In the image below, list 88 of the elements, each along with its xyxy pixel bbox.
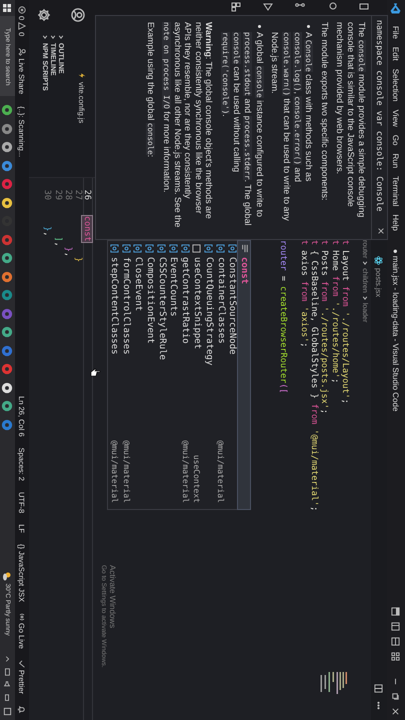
variable-icon [228, 244, 237, 253]
window-title: ● main.jsx - loading-data - Visual Studio Code [392, 248, 400, 412]
suggestion-item[interactable]: EventCounts [167, 241, 180, 509]
variable-icon [157, 244, 166, 253]
code-line: }, [62, 246, 73, 257]
close-icon[interactable] [376, 227, 385, 235]
suggestion-item[interactable]: CompositionEvent [144, 241, 156, 509]
doc-text: The module exports two specific components: [319, 22, 330, 202]
broadcast-icon [18, 612, 26, 621]
line-number: 30 [42, 188, 52, 200]
suggestion-item[interactable]: containerClasses @mui/material [214, 241, 226, 509]
suggestion-item[interactable]: stepContentClasses @mui/material [108, 241, 120, 509]
share-icon [18, 48, 26, 56]
check-icon [18, 660, 26, 668]
bullet-icon [258, 25, 261, 28]
keyword-icon [240, 244, 249, 253]
app-icon[interactable] [2, 326, 14, 338]
suggestion-item[interactable]: CSSCounterStyleRule [156, 241, 168, 509]
app-icon[interactable] [2, 382, 14, 394]
app-icon[interactable] [2, 400, 14, 412]
app-icon[interactable] [2, 252, 14, 264]
line-number: 28 [62, 188, 73, 200]
suggestion-item[interactable]: ConstantSourceNode [226, 241, 238, 509]
notice-title: Activate Windows [108, 565, 117, 630]
bolt-icon [78, 72, 86, 79]
grid-layout-icon[interactable] [392, 652, 400, 661]
code-line: }, [42, 225, 52, 236]
menu-item[interactable]: Run [392, 149, 400, 172]
split-layout-icon[interactable] [392, 637, 400, 646]
suggestion-item[interactable]: getContrastRatio @mui/material [179, 241, 192, 509]
menu-item[interactable]: Help [392, 210, 400, 235]
menu-item[interactable]: Go [392, 130, 400, 150]
menu-item[interactable]: Edit [392, 42, 400, 65]
variable-icon [168, 244, 178, 253]
bullet-icon [307, 25, 310, 28]
chevron-icon [362, 260, 368, 266]
variable-icon [180, 244, 190, 253]
variable-icon [216, 244, 226, 253]
suggestion-item[interactable]: CountQueuingStrategy [202, 241, 215, 509]
weather-icon [2, 570, 12, 580]
suggestion-item[interactable]: CloseEvent [132, 241, 144, 509]
code-line: ], [52, 235, 63, 247]
app-icon[interactable] [2, 196, 14, 208]
code-line: } [72, 256, 84, 262]
code-line: t Home from './routes/home'; [329, 240, 340, 386]
caret-icon[interactable] [4, 655, 12, 663]
line-number: 27 [72, 188, 84, 200]
code-line: router = createBrowserRouter([ [278, 240, 288, 396]
warning-icon [18, 22, 26, 30]
hand-cursor-icon [90, 368, 101, 377]
suggestion-item[interactable]: const [238, 241, 250, 509]
line-number: 26 [84, 188, 92, 200]
blocks-icon[interactable] [231, 2, 241, 12]
app-icon[interactable] [2, 270, 14, 282]
snippet-icon [192, 244, 202, 253]
line-number: 29 [52, 188, 63, 200]
panel-layout-icon[interactable] [392, 607, 400, 616]
atom-icon [374, 256, 384, 265]
restore-icon[interactable] [392, 692, 400, 701]
variable-icon [122, 244, 131, 253]
signature-text: namespace console var console: Console [374, 20, 385, 212]
code-line: t Layout from './routes/Layout'; [340, 240, 350, 406]
menu-item[interactable]: View [392, 106, 400, 131]
error-icon [18, 6, 26, 14]
bell-icon[interactable] [18, 705, 26, 714]
code-line: t axios from 'axios'; [298, 240, 309, 350]
split-editor-icon[interactable] [374, 684, 384, 693]
code-line: t { CssBaseline, GlobalStyles } from '@mui/material'; [308, 240, 320, 514]
chevron-icon [362, 294, 368, 301]
menu-item[interactable]: Selection [392, 64, 400, 106]
app-icon[interactable] [2, 141, 14, 153]
settings-icon[interactable] [37, 8, 51, 22]
app-icon[interactable] [2, 104, 14, 116]
code-line: t Posts from './routes/posts.jsx'; [319, 240, 330, 416]
start-icon[interactable] [2, 3, 12, 13]
variable-icon [204, 244, 214, 253]
menu-item[interactable]: File [392, 22, 400, 43]
suggestion-item[interactable]: useContextSnippet useContext [191, 241, 203, 509]
app-logo-icon [390, 3, 402, 14]
sidebar-layout-icon[interactable] [392, 622, 400, 631]
close-icon[interactable] [392, 707, 400, 716]
suggestion-item[interactable]: formControlClasses @mui/material [120, 241, 132, 509]
variable-icon [145, 244, 154, 253]
play-bug-icon[interactable] [263, 2, 273, 12]
menu-item[interactable]: Terminal [392, 172, 400, 210]
variable-icon [110, 244, 119, 253]
account-icon[interactable] [71, 8, 85, 22]
variable-icon [133, 244, 142, 253]
